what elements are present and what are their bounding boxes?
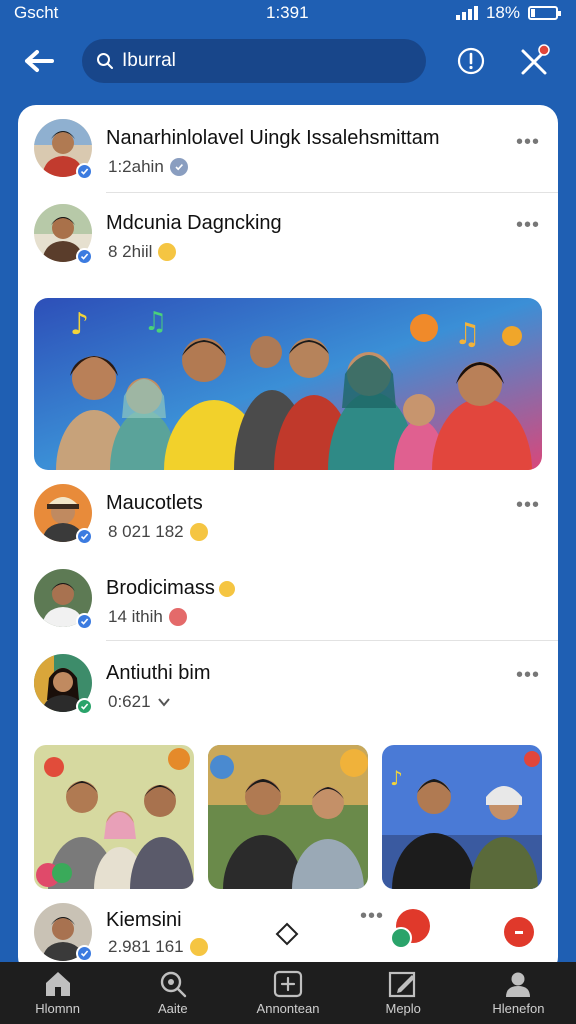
- diamond-icon[interactable]: [274, 921, 300, 947]
- more-options-button[interactable]: •••: [516, 214, 540, 237]
- verified-check-icon: [76, 698, 93, 715]
- svg-text:♪: ♪: [70, 307, 89, 342]
- post-author-row[interactable]: Brodicimass: [106, 577, 235, 600]
- search-icon: [160, 971, 186, 998]
- carrier-label: Gscht: [14, 3, 59, 22]
- post-time: 1:2ahin: [108, 157, 164, 176]
- post-meta: 8 021 182: [108, 522, 208, 542]
- svg-text:♫: ♫: [454, 317, 481, 352]
- verified-check-icon: [169, 158, 188, 176]
- nav-item-home[interactable]: Hlomnn: [0, 962, 115, 1024]
- heart-emoji-icon: [168, 608, 187, 626]
- close-button[interactable]: [516, 42, 554, 80]
- post-image-thumbnail[interactable]: [34, 745, 194, 889]
- svg-text:♪: ♪: [390, 766, 403, 790]
- search-input[interactable]: [122, 50, 402, 72]
- close-x-icon: [521, 44, 550, 75]
- post-meta: 14 ithih: [108, 607, 187, 627]
- nav-label: Aaite: [157, 1001, 188, 1016]
- post-image[interactable]: ♪ ♫ ♫: [34, 298, 542, 470]
- share-icon[interactable]: [390, 927, 412, 949]
- status-indicators: 18%: [455, 3, 561, 23]
- battery-icon: [528, 6, 561, 20]
- post-time: 2.981 161: [108, 937, 184, 956]
- post-author-name[interactable]: Kiemsini: [106, 909, 182, 932]
- feed-card: Nanarhinlolavel Uingk Issalehsmittam 1:2…: [18, 105, 558, 975]
- down-chevron-icon: [157, 698, 170, 707]
- post-author-name[interactable]: Brodicimass: [106, 577, 215, 600]
- svg-text:♫: ♫: [144, 307, 167, 337]
- nav-item-search[interactable]: Aaite: [115, 962, 230, 1024]
- arrow-left-icon: [25, 50, 54, 72]
- post-meta: 8 2hiil: [108, 242, 177, 262]
- post-time: 0:621: [108, 692, 151, 711]
- nav-label: Annontean: [256, 1001, 320, 1016]
- post-author-name[interactable]: Nanarhinlolavel Uingk Issalehsmittam: [106, 127, 439, 150]
- nav-item-edit[interactable]: Meplo: [346, 962, 461, 1024]
- bottom-navigation: Hlomnn Aaite Annontean Meplo Hlenefon: [0, 962, 576, 1024]
- info-button[interactable]: [454, 44, 488, 78]
- post-time: 14 ithih: [108, 607, 163, 626]
- verified-check-icon: [76, 163, 93, 180]
- back-button[interactable]: [18, 42, 60, 80]
- post-time: 8 2hiil: [108, 242, 153, 261]
- top-bar: [0, 38, 576, 84]
- nav-label: Hlomnn: [35, 1001, 80, 1016]
- smile-emoji-icon: [189, 523, 208, 541]
- post-meta: 1:2ahin: [108, 157, 188, 177]
- battery-fill: [531, 9, 535, 17]
- post-time: 8 021 182: [108, 522, 184, 541]
- post-meta: 0:621: [108, 692, 171, 712]
- more-options-button[interactable]: •••: [516, 131, 540, 154]
- list-item[interactable]: Antiuthi bim 0:621 •••: [18, 652, 558, 728]
- verified-check-icon: [76, 248, 93, 265]
- home-icon: [45, 972, 70, 996]
- post-image-thumbnail[interactable]: [208, 745, 368, 889]
- more-options-button[interactable]: •••: [516, 494, 540, 517]
- smile-emoji-icon: [158, 243, 177, 261]
- nav-item-create[interactable]: Annontean: [230, 962, 345, 1024]
- more-options-button[interactable]: •••: [360, 905, 384, 928]
- edit-icon: [389, 971, 416, 998]
- post-author-name[interactable]: Maucotlets: [106, 492, 203, 515]
- search-icon: [97, 53, 113, 69]
- list-item[interactable]: Brodicimass 14 ithih: [18, 567, 558, 643]
- add-post-icon: [273, 970, 303, 998]
- nav-label: Hlenefon: [492, 1001, 545, 1016]
- post-author-name[interactable]: Antiuthi bim: [106, 662, 211, 685]
- more-options-button[interactable]: •••: [516, 664, 540, 687]
- smile-emoji-icon: [189, 938, 208, 956]
- list-item[interactable]: Kiemsini 2.981 161 •••: [18, 901, 558, 967]
- post-image-thumbnail[interactable]: ♪: [382, 745, 542, 889]
- verified-check-icon: [76, 945, 93, 962]
- verified-check-icon: [76, 613, 93, 630]
- profile-icon: [506, 972, 531, 997]
- search-bar[interactable]: [82, 39, 426, 83]
- nav-item-profile[interactable]: Hlenefon: [461, 962, 576, 1024]
- signal-icon: [455, 6, 478, 20]
- exclamation-circle-icon: [457, 47, 485, 75]
- verified-check-icon: [76, 528, 93, 545]
- notification-icon[interactable]: [504, 917, 534, 947]
- post-author-name[interactable]: Mdcunia Dagncking: [106, 212, 282, 235]
- divider: [106, 192, 558, 193]
- list-item[interactable]: Maucotlets 8 021 182 •••: [18, 482, 558, 558]
- post-meta: 2.981 161: [108, 937, 208, 957]
- status-bar: Gscht 1:391 18%: [0, 0, 576, 26]
- nav-label: Meplo: [385, 1001, 421, 1016]
- list-item[interactable]: Nanarhinlolavel Uingk Issalehsmittam 1:2…: [18, 117, 558, 193]
- battery-percent: 18%: [485, 3, 520, 22]
- smile-emoji-icon: [218, 580, 235, 597]
- divider: [106, 640, 558, 641]
- clock-label: 1:391: [266, 3, 309, 22]
- list-item[interactable]: Mdcunia Dagncking 8 2hiil •••: [18, 202, 558, 278]
